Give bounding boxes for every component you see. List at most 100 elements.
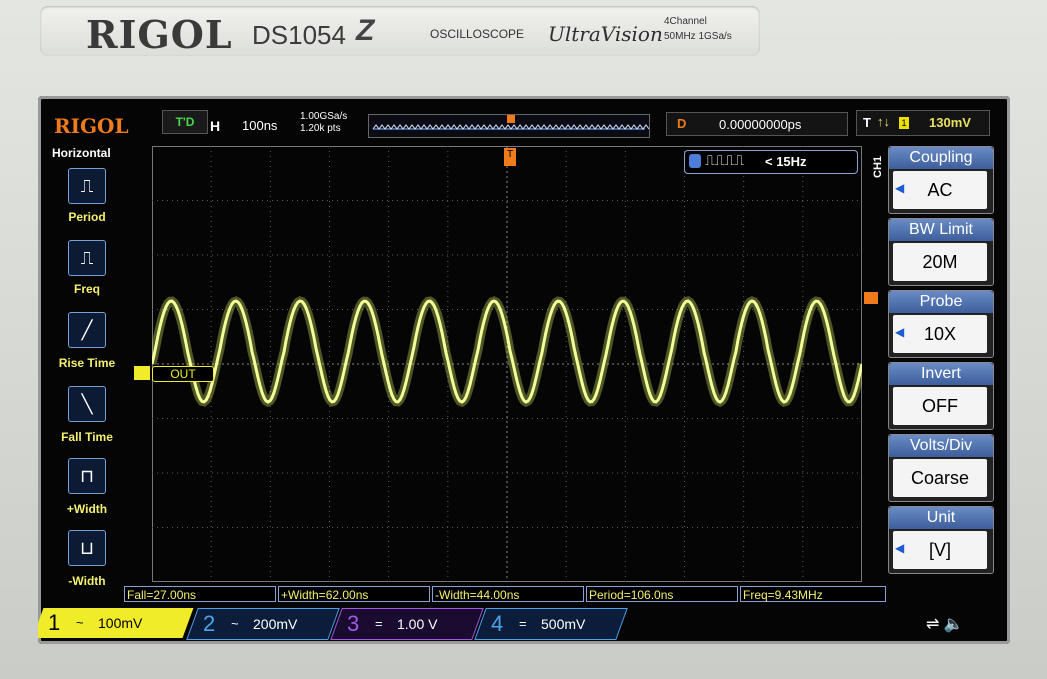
measurement-pos-width[interactable]: +Width=62.00ns bbox=[278, 586, 430, 602]
probe-button[interactable]: Probe 10X ◀ bbox=[888, 290, 994, 358]
sample-rate: 1.00GSa/s bbox=[300, 111, 348, 122]
bw-limit-button[interactable]: BW Limit 20M bbox=[888, 218, 994, 286]
unit-button[interactable]: Unit [V] ◀ bbox=[888, 506, 994, 574]
measure-menu: Horizontal ⎍ Period ⎍ Freq ╱ Rise Time ╲… bbox=[48, 146, 118, 594]
probe-title: Probe bbox=[889, 291, 993, 313]
model-suffix: Z bbox=[356, 14, 375, 47]
counter-value: < 15Hz bbox=[765, 154, 807, 169]
trigger-label: T bbox=[863, 115, 871, 130]
measurement-fall[interactable]: Fall=27.00ns bbox=[124, 586, 276, 602]
spec-bandwidth: 50MHz 1GSa/s bbox=[664, 31, 732, 42]
counter-icon bbox=[689, 154, 701, 168]
probe-value: 10X bbox=[893, 315, 987, 353]
freq-icon: ⎍ bbox=[80, 248, 94, 268]
measurement-bar: Fall=27.00ns +Width=62.00ns -Width=44.00… bbox=[124, 586, 886, 604]
channel-4-coupling-icon: = bbox=[519, 616, 527, 631]
channel-1-number: 1 bbox=[48, 610, 61, 635]
waveform-display[interactable] bbox=[147, 146, 867, 582]
measurement-freq[interactable]: Freq=9.43MHz bbox=[740, 586, 886, 602]
coupling-value: AC bbox=[893, 171, 987, 209]
channel-2-scale: 200mV bbox=[253, 616, 298, 632]
channel-3-number: 3 bbox=[347, 611, 360, 636]
trigger-box[interactable]: T ↑↓ 1 130mV bbox=[856, 110, 990, 136]
channel-1-tab[interactable]: 1 ~ 100mV bbox=[38, 608, 194, 638]
coupling-title: Coupling bbox=[889, 147, 993, 169]
channel-3-scale: 1.00 V bbox=[397, 616, 438, 632]
period-label: Period bbox=[68, 210, 106, 224]
horizontal-label: H bbox=[210, 118, 221, 134]
usb-icon: ⇌ 🔈 bbox=[926, 616, 964, 633]
channel-menu-label: CH1 bbox=[872, 155, 884, 178]
measurement-period[interactable]: Period=106.0ns bbox=[586, 586, 738, 602]
measurement-neg-width[interactable]: -Width=44.00ns bbox=[432, 586, 584, 602]
chevron-left-icon: ◀ bbox=[895, 181, 905, 195]
memory-depth: 1.20k pts bbox=[300, 123, 341, 134]
chevron-left-icon: ◀ bbox=[895, 325, 905, 339]
rise-time-label: Rise Time bbox=[58, 356, 116, 370]
pos-width-label: +Width bbox=[66, 502, 108, 516]
trigger-position-marker[interactable]: T bbox=[504, 148, 516, 166]
brand-logo: RIGOL bbox=[86, 12, 233, 57]
channel-2-number: 2 bbox=[203, 611, 216, 636]
invert-value: OFF bbox=[893, 387, 987, 425]
rise-time-icon: ╱ bbox=[81, 320, 93, 340]
channel-4-number: 4 bbox=[491, 611, 504, 636]
channel-ground-marker[interactable] bbox=[134, 366, 150, 380]
fall-time-icon: ╲ bbox=[81, 394, 93, 414]
channel-tag: OUT bbox=[152, 366, 214, 382]
pos-width-button[interactable]: ⊓ bbox=[68, 458, 106, 494]
sample-info: 1.00GSa/s 1.20k pts bbox=[300, 111, 347, 135]
neg-width-button[interactable]: ⊔ bbox=[68, 530, 106, 566]
freq-label: Freq bbox=[73, 282, 100, 296]
bw-limit-title: BW Limit bbox=[889, 219, 993, 241]
memory-track-icon bbox=[372, 115, 650, 130]
rise-time-button[interactable]: ╱ bbox=[68, 312, 106, 348]
measure-menu-header: Horizontal bbox=[52, 146, 111, 160]
invert-button[interactable]: Invert OFF bbox=[888, 362, 994, 430]
spec-channels: 4Channel bbox=[664, 16, 707, 27]
ultravision-logo: UltraVision bbox=[548, 22, 663, 46]
run-state-badge[interactable]: T'D bbox=[162, 110, 208, 134]
channel-1-scale: 100mV bbox=[98, 615, 143, 631]
trigger-level: 130mV bbox=[929, 115, 971, 130]
volts-div-title: Volts/Div bbox=[889, 435, 993, 457]
unit-title: Unit bbox=[889, 507, 993, 529]
volts-div-button[interactable]: Volts/Div Coarse bbox=[888, 434, 994, 502]
channel-2-tab[interactable]: 2 ~ 200mV bbox=[186, 608, 340, 640]
delay-label: D bbox=[677, 116, 687, 131]
period-icon: ⎍ bbox=[80, 176, 94, 196]
channel-menu: Coupling AC ◀ BW Limit 20M Probe 10X ◀ I… bbox=[888, 146, 994, 586]
frequency-counter[interactable]: ⎍⎍⎍⎍ < 15Hz bbox=[684, 150, 858, 174]
channel-bar: 1 ~ 100mV 2 ~ 200mV 3 = 1.00 V 4 = 500mV… bbox=[38, 608, 1010, 644]
channel-4-tab[interactable]: 4 = 500mV bbox=[474, 608, 628, 640]
scope-screen: RIGOL T'D H 100ns 1.00GSa/s 1.20k pts D … bbox=[38, 96, 1010, 644]
fall-time-label: Fall Time bbox=[61, 430, 113, 444]
trigger-level-marker[interactable] bbox=[864, 292, 878, 304]
pulse-icon: ⎍⎍⎍⎍ bbox=[705, 152, 745, 168]
trigger-slope-icon: ↑↓ bbox=[877, 114, 890, 129]
channel-3-coupling-icon: = bbox=[375, 616, 383, 631]
period-button[interactable]: ⎍ bbox=[68, 168, 106, 204]
neg-width-icon: ⊔ bbox=[79, 538, 95, 558]
volts-div-value: Coarse bbox=[893, 459, 987, 497]
fall-time-button[interactable]: ╲ bbox=[68, 386, 106, 422]
bw-limit-value: 20M bbox=[893, 243, 987, 281]
timebase-value[interactable]: 100ns bbox=[242, 118, 277, 133]
memory-track-bar[interactable] bbox=[368, 114, 650, 138]
chevron-left-icon: ◀ bbox=[895, 541, 905, 555]
product-label: OSCILLOSCOPE bbox=[430, 27, 525, 41]
channel-4-scale: 500mV bbox=[541, 616, 586, 632]
delay-box[interactable]: D 0.00000000ps bbox=[666, 112, 848, 136]
freq-button[interactable]: ⎍ bbox=[68, 240, 106, 276]
unit-value: [V] bbox=[893, 531, 987, 569]
trigger-source-badge: 1 bbox=[899, 117, 909, 129]
delay-value: 0.00000000ps bbox=[719, 117, 802, 132]
waveform-canvas bbox=[147, 146, 867, 582]
model-label: DS1054 bbox=[252, 20, 346, 50]
coupling-button[interactable]: Coupling AC ◀ bbox=[888, 146, 994, 214]
channel-2-coupling-icon: ~ bbox=[231, 616, 239, 631]
neg-width-label: -Width bbox=[68, 574, 106, 588]
channel-1-coupling-icon: ~ bbox=[76, 615, 84, 630]
screen-logo: RIGOL bbox=[54, 114, 129, 138]
channel-3-tab[interactable]: 3 = 1.00 V bbox=[330, 608, 484, 640]
